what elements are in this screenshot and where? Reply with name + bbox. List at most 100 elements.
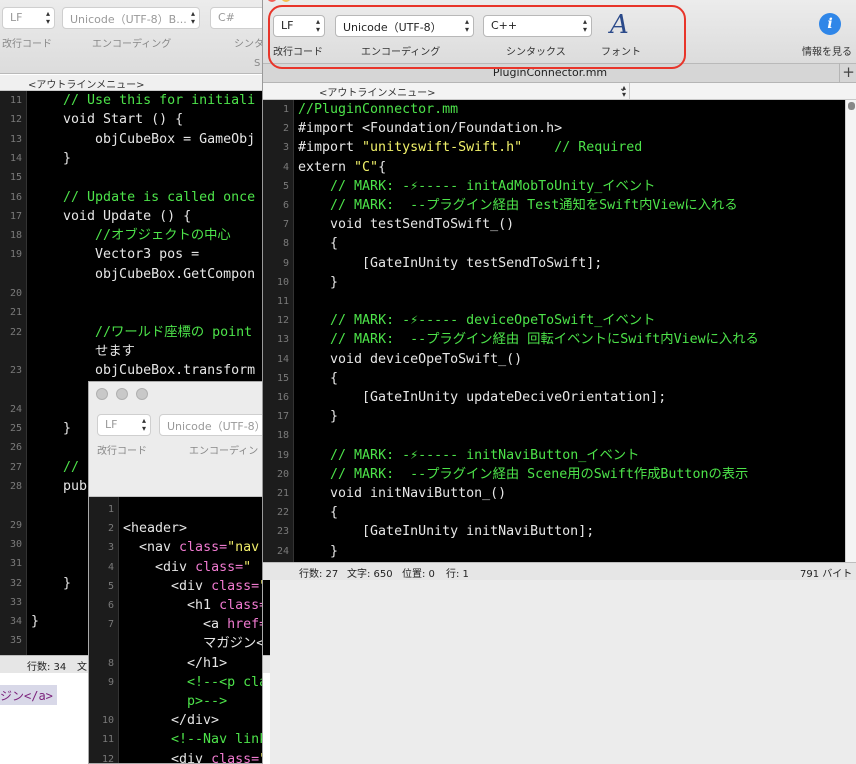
- line-number: 7: [107, 619, 114, 631]
- code-line: <nav class="nav: [123, 540, 260, 556]
- code-line: p>-->: [123, 694, 228, 709]
- middle-code-area[interactable]: 1 2 <header> 3 <nav class="nav 4 <div class=…: [89, 497, 263, 764]
- line-number: 11: [276, 296, 289, 307]
- code-line: // Use this for initiali: [63, 93, 256, 108]
- line-number: 6: [107, 600, 114, 611]
- code-line: objCubeBox.GetCompon: [31, 266, 256, 282]
- line-number: 21: [276, 488, 289, 499]
- line-number: 16: [276, 392, 289, 403]
- line-number: 22: [276, 507, 289, 519]
- code-line: extern "C"{: [298, 159, 387, 175]
- middle-newline-select[interactable]: LF ▴ ▾: [97, 414, 151, 436]
- line-number: 1: [107, 504, 114, 515]
- code-line: // MARK: -⚡----- initAdMobToUnity_イベント: [330, 178, 656, 194]
- info-icon[interactable]: i: [819, 13, 841, 35]
- front-outline-menu[interactable]: <アウトラインメニュー> ▴ ▾: [315, 83, 630, 99]
- back-encoding-label: エンコーディング: [92, 39, 172, 50]
- code-line: }: [298, 409, 339, 425]
- code-line: [GateInUnity initNaviButton];: [298, 524, 595, 540]
- line-number: 5: [107, 580, 114, 592]
- code-line: #import "unityswift-Swift.h" // Required: [298, 140, 643, 156]
- highlight-box: [268, 5, 686, 69]
- status-bytes: 791 バイト: [800, 569, 853, 580]
- line-number: 20: [9, 288, 22, 299]
- chevron-down-icon[interactable]: ⌄: [615, 83, 631, 99]
- code-line: objCubeBox.transform: [31, 363, 256, 379]
- code-line: [GateInUnity testSendToSwift];: [298, 255, 603, 271]
- line-number: 12: [101, 753, 114, 764]
- front-toolbar: LF ▴ ▾ Unicode（UTF-8） ▴ ▾ C++ ▴ ▾ A 改行コード エンコー…: [263, 0, 856, 69]
- code-line: マガジン</a>: [203, 636, 262, 652]
- line-number: 13: [276, 334, 289, 346]
- close-icon[interactable]: [96, 388, 108, 400]
- code-line: }: [31, 575, 72, 591]
- status-lines: 行数: 27: [299, 569, 339, 580]
- line-number: 19: [9, 249, 22, 261]
- code-line: // Update is called once: [63, 189, 256, 205]
- code-line: </div>: [123, 713, 220, 729]
- front-outline-bar: <アウトラインメニュー> ▴ ▾ ⌄: [263, 83, 856, 100]
- line-number: 24: [276, 545, 289, 557]
- code-line: void Start () {: [31, 112, 184, 128]
- code-line: }: [31, 150, 72, 166]
- line-number: 9: [282, 257, 289, 269]
- front-info-label: 情報を見る: [802, 47, 852, 58]
- line-number: 8: [107, 657, 114, 669]
- line-number: 20: [276, 468, 289, 480]
- line-number: 2: [107, 523, 114, 535]
- code-line: <h1 class="ta-magazine navbar-brand">: [123, 598, 263, 613]
- middle-encoding-label: エンコーディン: [189, 446, 259, 457]
- line-number: 1: [282, 104, 289, 115]
- code-line: //PluginConnector.mm: [298, 102, 459, 117]
- code-line: {: [298, 505, 339, 521]
- line-number: 12: [276, 315, 289, 327]
- line-number: 23: [9, 365, 22, 377]
- back-outline-menu[interactable]: <アウトラインメニュー>: [0, 75, 270, 91]
- back-toolbar: LF ▴ ▾ Unicode（UTF-8）B... ▴ ▾ C# 改行コード エンコーデ…: [0, 0, 270, 74]
- line-number: 21: [9, 307, 22, 319]
- status-row: 行: 1: [446, 569, 469, 580]
- code-line: <a href="https://techacademy.jp/magazine…: [123, 617, 262, 633]
- status-chars: 文字: 650: [347, 569, 393, 580]
- code-line: // MARK: -⚡----- deviceOpeToSwift_イベント: [330, 313, 656, 329]
- code-line: }: [31, 614, 40, 630]
- zoom-icon[interactable]: [136, 388, 148, 400]
- front-scrollbar[interactable]: [845, 100, 856, 562]
- back-tab-title[interactable]: S: [254, 58, 260, 69]
- line-number: 33: [9, 596, 22, 608]
- status-position: 位置: 0: [402, 569, 435, 580]
- line-number: 16: [9, 191, 22, 203]
- code-line: //オブジェクトの中心: [95, 228, 231, 244]
- minimize-icon[interactable]: [281, 0, 291, 2]
- back-encoding-select[interactable]: Unicode（UTF-8）B... ▴ ▾: [62, 7, 200, 29]
- line-number: 25: [9, 423, 22, 435]
- line-number: 15: [9, 172, 22, 184]
- code-line: <!--Nav links-->: [171, 732, 262, 748]
- line-number: 10: [101, 715, 114, 727]
- front-code-area[interactable]: 1 //PluginConnector.mm 2 #import <Foundatio…: [263, 100, 845, 562]
- line-number: 26: [9, 442, 22, 454]
- code-line: }: [298, 274, 339, 290]
- new-tab-button[interactable]: +: [839, 63, 856, 82]
- line-number: 5: [282, 180, 289, 192]
- close-icon[interactable]: [267, 0, 277, 2]
- line-number: 22: [9, 326, 22, 338]
- line-number: 13: [9, 133, 22, 145]
- line-number: 24: [9, 403, 22, 415]
- minimize-icon[interactable]: [116, 388, 128, 400]
- middle-encoding-select[interactable]: Unicode（UTF-8）: [159, 414, 262, 436]
- code-line: objCubeBox = GameObj: [31, 131, 256, 147]
- back-syntax-select[interactable]: C#: [210, 7, 265, 29]
- line-number: 35: [9, 635, 22, 647]
- line-number: 11: [101, 734, 114, 746]
- middle-newline-label: 改行コード: [97, 446, 147, 457]
- code-line: void Update () {: [31, 208, 192, 224]
- scrollbar-thumb[interactable]: [848, 102, 855, 110]
- back-newline-select[interactable]: LF ▴ ▾: [2, 7, 55, 29]
- code-line: せます: [31, 343, 135, 359]
- line-number: 14: [276, 353, 289, 365]
- code-line: #import <Foundation/Foundation.h>: [298, 121, 563, 137]
- code-line: </h1>: [123, 655, 228, 671]
- line-number: 17: [9, 210, 22, 222]
- code-line: // MARK: --プラグイン経由 回転イベントにSwift内Viewに入れる: [330, 332, 759, 348]
